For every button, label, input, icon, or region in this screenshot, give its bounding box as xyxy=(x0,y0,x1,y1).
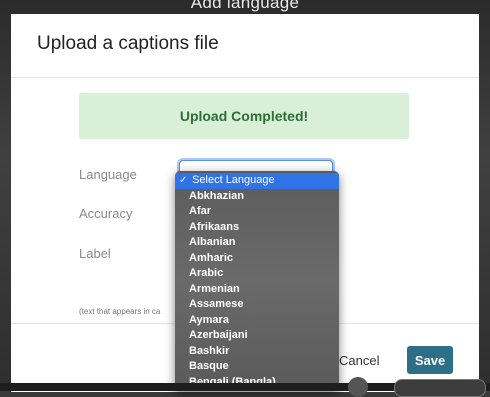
cancel-button[interactable]: Cancel xyxy=(339,353,379,368)
background-page-title: Add language xyxy=(190,0,300,12)
background-pill-button xyxy=(394,379,486,397)
modal-header: Upload a captions file xyxy=(11,14,479,78)
dropdown-option[interactable]: Afar xyxy=(175,204,339,220)
save-button[interactable]: Save xyxy=(407,346,453,374)
dropdown-option[interactable]: Assamese xyxy=(175,297,339,313)
accuracy-label: Accuracy xyxy=(79,206,133,221)
dropdown-option[interactable]: Basque xyxy=(175,359,339,375)
dropdown-option[interactable]: Amharic xyxy=(175,251,339,267)
checkmark-icon: ✓ xyxy=(179,175,188,186)
label-helper-text: (text that appears in ca xyxy=(79,307,161,316)
dropdown-option[interactable]: Azerbaijani xyxy=(175,328,339,344)
dropdown-option-selected[interactable]: ✓ Select Language xyxy=(175,173,339,189)
modal-title: Upload a captions file xyxy=(37,33,219,54)
dropdown-option[interactable]: Bashkir xyxy=(175,344,339,360)
dropdown-option[interactable]: Albanian xyxy=(175,235,339,251)
upload-success-alert: Upload Completed! xyxy=(79,93,409,139)
dropdown-option[interactable]: Armenian xyxy=(175,282,339,298)
dropdown-option[interactable]: Abkhazian xyxy=(175,189,339,205)
language-dropdown-list[interactable]: ✓ Select Language Abkhazian Afar Afrikaa… xyxy=(175,171,339,391)
label-label: Label xyxy=(79,246,111,261)
language-label: Language xyxy=(79,167,137,182)
dropdown-option[interactable]: Aymara xyxy=(175,313,339,329)
dropdown-option-label: Select Language xyxy=(192,174,275,186)
dropdown-option[interactable]: Arabic xyxy=(175,266,339,282)
background-circle-icon xyxy=(348,377,368,397)
dropdown-option[interactable]: Afrikaans xyxy=(175,220,339,236)
